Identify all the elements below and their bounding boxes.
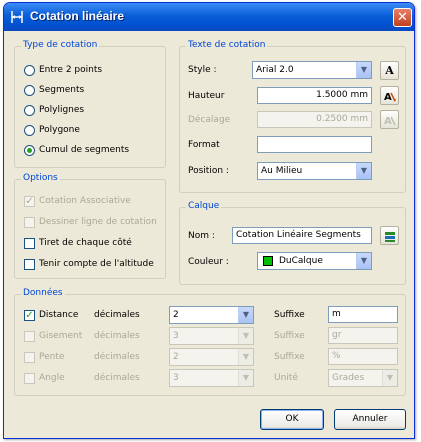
unite-label: Unité [274, 373, 298, 383]
decalage-input[interactable]: 0.2500 mm [257, 111, 372, 128]
color-swatch [263, 256, 273, 266]
checkbox-label: Distance [39, 310, 79, 320]
format-label: Format [188, 140, 220, 150]
pick-height-icon: A [384, 92, 396, 103]
decalage-label: Décalage [188, 115, 231, 125]
decimales-label: décimales [94, 352, 140, 362]
chevron-down-icon[interactable]: ▼ [356, 62, 371, 78]
checkbox-label: Tiret de chaque côté [39, 238, 132, 248]
decimales-label: décimales [94, 310, 140, 320]
donnees-legend: Données [21, 288, 65, 298]
pente-suffix-input[interactable]: % [328, 348, 398, 365]
position-label: Position : [188, 166, 229, 176]
style-select[interactable]: Arial 2.0 ▼ [252, 61, 372, 79]
decimales-label: décimales [94, 331, 140, 341]
select-value: 3 [173, 373, 179, 383]
checkbox-label: Pente [39, 352, 65, 362]
position-select[interactable]: Au Milieu ▼ [257, 162, 372, 180]
radio-label: Entre 2 points [39, 65, 103, 75]
layers-icon [384, 232, 395, 242]
gisement-decimals-select[interactable]: 3 ▼ [169, 327, 254, 345]
angle-decimals-select[interactable]: 3 ▼ [169, 369, 254, 387]
pick-offset-icon: A [384, 116, 396, 127]
radio-label: Segments [39, 85, 85, 95]
close-button[interactable]: ✕ [393, 8, 412, 27]
radio-circle[interactable] [24, 85, 35, 96]
chevron-down-icon[interactable]: ▼ [238, 307, 253, 323]
radio-label: Polylignes [39, 105, 85, 115]
options-legend: Options [21, 173, 60, 183]
radio-circle[interactable] [24, 65, 35, 76]
distance-decimals-select[interactable]: 2 ▼ [169, 306, 254, 324]
chevron-down-icon[interactable]: ▼ [356, 163, 371, 179]
chevron-down-icon[interactable]: ▼ [238, 349, 253, 365]
window-title: Cotation linéaire [30, 9, 125, 23]
layer-manager-button[interactable] [380, 226, 399, 245]
select-value: Grades [332, 373, 365, 383]
hauteur-input[interactable]: 1.5000 mm [257, 87, 372, 104]
dialog-window: Cotation linéaire ✕ Type de cotation Ent… [3, 2, 415, 439]
type-cotation-legend: Type de cotation [21, 40, 100, 50]
checkbox-box[interactable] [24, 373, 35, 384]
title-bar[interactable]: Cotation linéaire ✕ [4, 3, 414, 31]
distance-suffix-input[interactable]: m [328, 306, 398, 323]
hauteur-label: Hauteur [188, 91, 225, 101]
chevron-down-icon[interactable]: ▼ [356, 253, 371, 269]
pente-decimals-select[interactable]: 2 ▼ [169, 348, 254, 366]
checkbox-box[interactable] [24, 259, 35, 270]
select-value: 2 [173, 310, 179, 320]
cancel-button[interactable]: Annuler [334, 409, 406, 430]
suffixe-label: Suffixe [274, 331, 305, 341]
checkbox-box[interactable] [24, 352, 35, 363]
radio-circle[interactable] [24, 125, 35, 136]
checkbox-label: Angle [39, 373, 65, 383]
dimension-icon [11, 11, 23, 23]
couleur-select-value: DuCalque [279, 256, 323, 266]
text-style-icon: A [385, 64, 394, 77]
couleur-label: Couleur : [188, 257, 229, 267]
nom-input[interactable]: Cotation Linéaire Segments [232, 227, 372, 244]
select-value: 2 [173, 352, 179, 362]
calque-legend: Calque [186, 201, 222, 211]
checkbox-label: Cotation Associative [39, 196, 131, 206]
chevron-down-icon[interactable]: ▼ [238, 328, 253, 344]
pick-height-button[interactable]: A [380, 86, 399, 105]
close-icon: ✕ [397, 10, 408, 25]
checkbox-label: Dessiner ligne de cotation [39, 217, 157, 227]
texte-cotation-legend: Texte de cotation [186, 40, 268, 50]
chevron-down-icon[interactable]: ▼ [238, 370, 253, 386]
checkbox-box[interactable] [24, 331, 35, 342]
checkbox-box[interactable]: ✓ [24, 196, 35, 207]
radio-label: Polygone [39, 125, 80, 135]
pick-offset-button[interactable]: A [380, 110, 399, 129]
radio-circle-selected[interactable] [24, 145, 35, 156]
decimales-label: décimales [94, 373, 140, 383]
style-select-value: Arial 2.0 [256, 65, 294, 75]
style-label: Style : [188, 65, 217, 75]
checkbox-box[interactable]: ✓ [24, 310, 35, 321]
position-select-value: Au Milieu [261, 166, 303, 176]
gisement-suffix-input[interactable]: gr [328, 327, 398, 344]
checkbox-label: Gisement [39, 331, 83, 341]
ok-button[interactable]: OK [260, 409, 324, 430]
checkbox-label: Tenir compte de l'altitude [39, 259, 154, 269]
nom-label: Nom : [188, 231, 215, 241]
checkbox-box[interactable] [24, 238, 35, 249]
text-style-button[interactable]: A [380, 61, 399, 80]
select-value: 3 [173, 331, 179, 341]
checkbox-box[interactable] [24, 217, 35, 228]
couleur-select[interactable]: DuCalque ▼ [257, 252, 372, 270]
radio-label: Cumul de segments [39, 145, 130, 155]
radio-circle[interactable] [24, 105, 35, 116]
format-input[interactable] [257, 136, 372, 153]
suffixe-label: Suffixe [274, 352, 305, 362]
calque-group: Calque [179, 201, 406, 285]
suffixe-label: Suffixe [274, 310, 305, 320]
chevron-down-icon[interactable]: ▼ [382, 370, 397, 386]
angle-unit-select[interactable]: Grades ▼ [328, 369, 398, 387]
